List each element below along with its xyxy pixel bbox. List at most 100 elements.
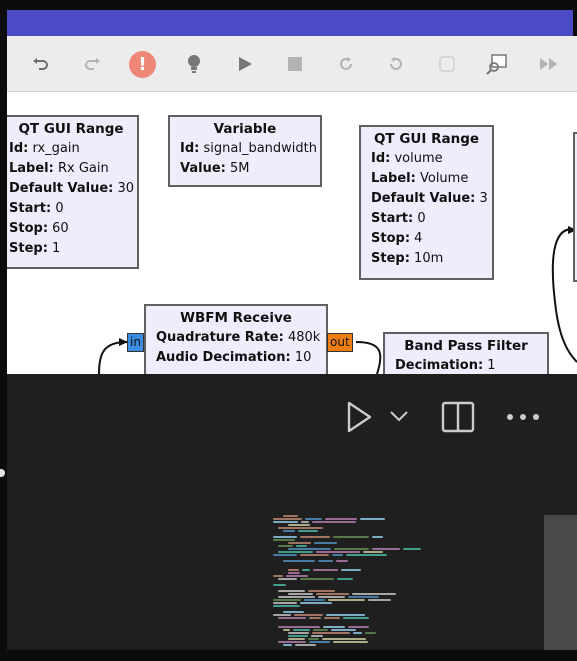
block-wbfm-receive[interactable]: WBFM Receive Quadrature Rate: 480k Audio…	[144, 304, 328, 374]
minimap-line	[296, 545, 307, 547]
minimap-line	[273, 539, 295, 541]
minimap-line	[288, 638, 305, 640]
minimap-line	[336, 560, 348, 562]
blank-icon[interactable]	[435, 52, 459, 76]
minimap-line	[316, 593, 349, 595]
minimap-line	[348, 626, 369, 628]
block-title: Variable	[213, 121, 277, 137]
minimap-line	[333, 641, 368, 643]
flowgraph-canvas[interactable]: QT GUI Range Id: rx_gain Label: Rx Gain …	[7, 92, 577, 374]
minimap-line	[288, 632, 309, 634]
minimap-line	[368, 599, 391, 601]
minimap-line	[278, 641, 306, 643]
screen: ! QT GUI Range Id: rx_gain Label: Rx Gai…	[0, 0, 577, 661]
param-row: Label: Rx Gain	[9, 161, 109, 176]
param-row: Default Value: 30	[9, 181, 135, 196]
minimap-line	[318, 560, 333, 562]
refresh-icon[interactable]	[384, 52, 408, 76]
minimap-line	[295, 644, 316, 646]
window-title-bar	[7, 10, 573, 36]
minimap-line	[316, 551, 360, 553]
minimap-line	[333, 536, 369, 538]
reload-icon[interactable]	[334, 52, 358, 76]
play-icon[interactable]	[233, 52, 257, 76]
param-row: Decimation: 1	[395, 358, 496, 373]
run-icon[interactable]	[343, 400, 375, 434]
minimap-line	[278, 590, 305, 592]
minimap-line	[300, 536, 330, 538]
param-row: Start: 0	[9, 201, 64, 216]
minimap-line	[363, 551, 383, 553]
minimap-line	[313, 569, 338, 571]
scrollbar-thumb[interactable]	[544, 515, 577, 650]
param-row: Id: rx_gain	[9, 141, 80, 156]
minimap-line	[273, 599, 301, 601]
block-qt-gui-range-volume[interactable]: QT GUI Range Id: volume Label: Volume De…	[359, 125, 494, 280]
minimap-line	[331, 629, 356, 631]
undo-icon[interactable]	[29, 52, 53, 76]
minimap-line	[300, 602, 332, 604]
minimap-line	[311, 635, 323, 637]
minimap-line	[283, 611, 304, 613]
minimap-line	[293, 629, 310, 631]
cursor-dot	[0, 469, 5, 477]
fast-forward-icon[interactable]	[537, 52, 561, 76]
port-in[interactable]: in	[127, 333, 144, 352]
minimap-line	[288, 548, 331, 550]
minimap-line	[273, 602, 297, 604]
minimap-line	[278, 617, 306, 619]
block-variable-signal-bandwidth[interactable]: Variable Id: signal_bandwidth Value: 5M	[168, 115, 322, 187]
minimap-line	[278, 527, 323, 529]
minimap-line	[301, 521, 309, 523]
minimap-line	[365, 632, 376, 634]
redo-icon[interactable]	[80, 52, 104, 76]
minimap-line	[273, 521, 298, 523]
minimap-line	[273, 575, 283, 577]
minimap-line	[348, 596, 379, 598]
param-row: Step: 10m	[371, 251, 444, 266]
minimap-line	[334, 548, 369, 550]
minimap-line	[325, 518, 357, 520]
minimap-line	[341, 569, 361, 571]
minimap-line	[288, 593, 313, 595]
find-block-icon[interactable]	[485, 52, 509, 76]
minimap-line	[328, 599, 365, 601]
port-out[interactable]: out	[327, 333, 353, 352]
block-title: QT GUI Range	[373, 131, 480, 147]
bulb-icon[interactable]	[182, 52, 206, 76]
block-title: QT GUI Range	[18, 121, 124, 137]
block-offscreen-right[interactable]	[573, 132, 577, 282]
block-band-pass-filter[interactable]: Band Pass Filter Decimation: 1	[383, 332, 549, 374]
block-title: Band Pass Filter	[404, 338, 528, 354]
param-row: Id: signal_bandwidth	[180, 141, 317, 156]
editor-title-actions	[7, 374, 577, 460]
param-row: Start: 0	[371, 211, 426, 226]
minimap[interactable]	[263, 515, 503, 650]
minimap-line	[309, 641, 330, 643]
stop-icon[interactable]	[283, 52, 307, 76]
dropdown-chevron-icon[interactable]	[387, 404, 411, 428]
minimap-line	[312, 632, 350, 634]
block-title: WBFM Receive	[180, 310, 292, 326]
param-row: Quadrature Rate: 480k	[156, 330, 321, 345]
minimap-line	[312, 521, 356, 523]
error-icon[interactable]: !	[129, 51, 156, 78]
block-qt-gui-range-rx-gain[interactable]: QT GUI Range Id: rx_gain Label: Rx Gain …	[7, 115, 139, 269]
editor-area[interactable]	[7, 460, 577, 650]
minimap-line	[313, 629, 328, 631]
minimap-line	[403, 548, 421, 550]
connection-line-out	[355, 341, 382, 374]
param-row: Step: 1	[9, 241, 61, 256]
minimap-line	[324, 617, 340, 619]
more-actions-icon[interactable]	[505, 404, 541, 430]
minimap-line	[352, 593, 396, 595]
minimap-line	[300, 578, 334, 580]
param-row: Default Value: 3	[371, 191, 488, 206]
minimap-line	[309, 617, 321, 619]
minimap-line	[304, 599, 325, 601]
minimap-line	[308, 590, 335, 592]
window-bottom-edge	[0, 650, 577, 661]
minimap-line	[308, 638, 319, 640]
grc-toolbar: !	[7, 36, 577, 92]
split-editor-icon[interactable]	[440, 400, 476, 434]
